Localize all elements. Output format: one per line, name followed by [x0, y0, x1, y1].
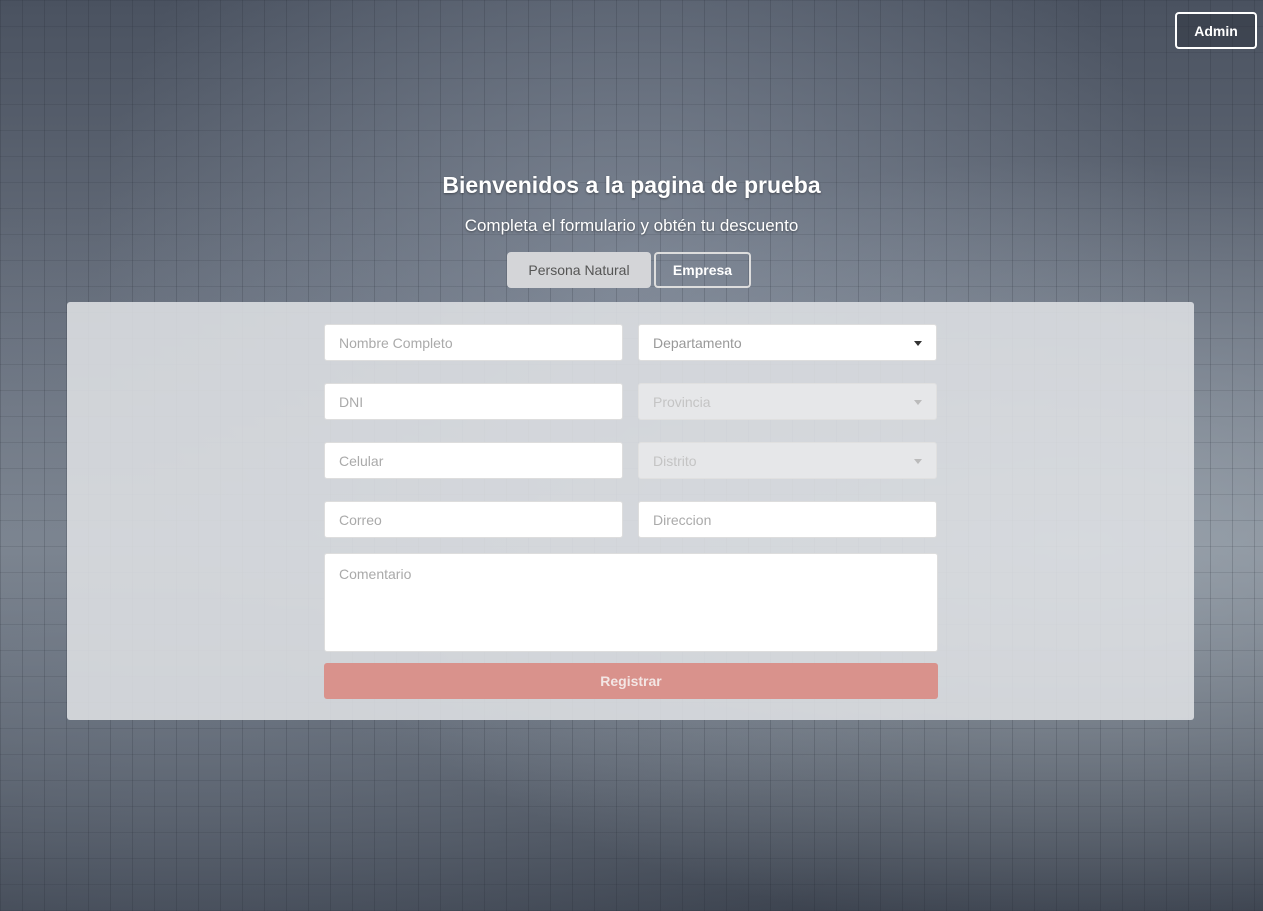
nombre-placeholder: Nombre Completo [339, 334, 453, 351]
direccion-input[interactable]: Direccion [638, 501, 937, 538]
correo-placeholder: Correo [339, 511, 382, 528]
distrito-select[interactable]: Distrito [638, 442, 937, 479]
direccion-placeholder: Direccion [653, 511, 712, 528]
correo-input[interactable]: Correo [324, 501, 623, 538]
chevron-down-icon [914, 400, 922, 405]
dni-input[interactable]: DNI [324, 383, 623, 420]
comentario-textarea[interactable]: Comentario [324, 553, 938, 652]
celular-placeholder: Celular [339, 452, 384, 469]
provincia-select[interactable]: Provincia [638, 383, 937, 420]
nombre-input[interactable]: Nombre Completo [324, 324, 623, 361]
page-title: Bienvenidos a la pagina de prueba [442, 172, 821, 198]
departamento-placeholder: Departamento [653, 334, 742, 351]
tab-persona-natural[interactable]: Persona Natural [507, 252, 651, 288]
page-subtitle: Completa el formulario y obtén tu descue… [464, 216, 799, 235]
distrito-placeholder: Distrito [653, 452, 697, 469]
tab-empresa[interactable]: Empresa [654, 252, 751, 288]
registrar-button[interactable]: Registrar [324, 663, 938, 699]
admin-button[interactable]: Admin [1175, 12, 1257, 49]
chevron-down-icon [914, 459, 922, 464]
celular-input[interactable]: Celular [324, 442, 623, 479]
chevron-down-icon [914, 341, 922, 346]
comentario-placeholder: Comentario [339, 566, 412, 582]
provincia-placeholder: Provincia [653, 393, 711, 410]
form-panel [67, 302, 1194, 720]
dni-placeholder: DNI [339, 393, 364, 410]
departamento-select[interactable]: Departamento [638, 324, 937, 361]
